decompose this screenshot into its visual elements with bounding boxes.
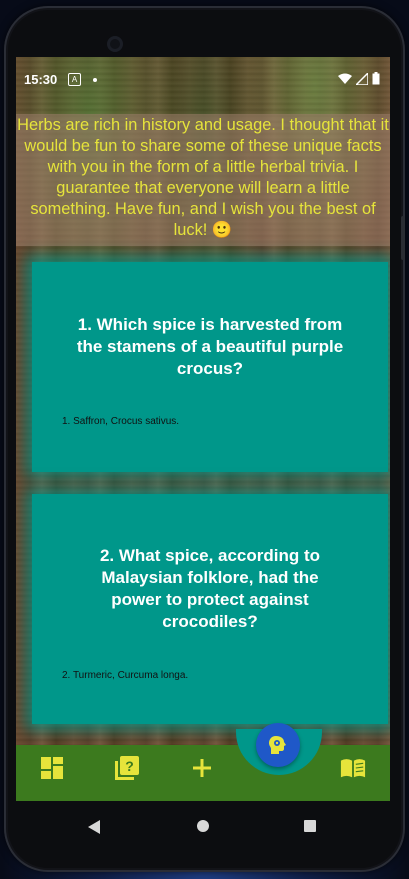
trivia-answer: 1. Saffron, Crocus sativus. <box>62 416 180 427</box>
svg-text:?: ? <box>125 758 134 774</box>
notification-dot-icon <box>93 78 97 82</box>
nav-dashboard-button[interactable] <box>39 755 65 781</box>
notification-a-icon: A <box>68 73 81 86</box>
trivia-card-2[interactable]: 2. What spice, according to Malaysian fo… <box>32 494 388 724</box>
psychology-fab-button[interactable] <box>256 723 300 767</box>
add-icon <box>193 759 211 777</box>
nav-add-button[interactable] <box>189 755 215 781</box>
home-icon[interactable] <box>196 819 210 833</box>
system-navigation-bar <box>16 801 390 853</box>
system-icons <box>338 72 380 85</box>
nav-book-button[interactable] <box>340 755 366 781</box>
front-camera <box>107 36 123 52</box>
book-icon <box>340 759 366 778</box>
battery-icon <box>372 72 380 85</box>
trivia-card-1[interactable]: 1. Which spice is harvested from the sta… <box>32 262 388 472</box>
wifi-icon <box>338 73 352 84</box>
trivia-answer: 2. Turmeric, Curcuma longa. <box>62 670 189 681</box>
volume-button <box>401 216 405 260</box>
psychology-icon <box>269 736 286 754</box>
trivia-question: 1. Which spice is harvested from the sta… <box>76 315 344 378</box>
nav-quiz-button[interactable]: ? <box>114 755 140 781</box>
status-bar: 15:30 A <box>16 57 390 101</box>
trivia-question: 2. What spice, according to Malaysian fo… <box>99 546 321 631</box>
recents-icon[interactable] <box>303 819 317 833</box>
back-icon[interactable] <box>87 819 101 835</box>
dashboard-icon <box>41 757 63 779</box>
status-time: 15:30 <box>24 72 58 87</box>
signal-icon <box>356 72 368 85</box>
intro-text: Herbs are rich in history and usage. I t… <box>16 114 390 246</box>
quiz-icon: ? <box>115 756 139 780</box>
bottom-navigation: ? <box>16 723 390 801</box>
app-screen: 15:30 A Herbs are rich in history and us… <box>16 57 390 801</box>
